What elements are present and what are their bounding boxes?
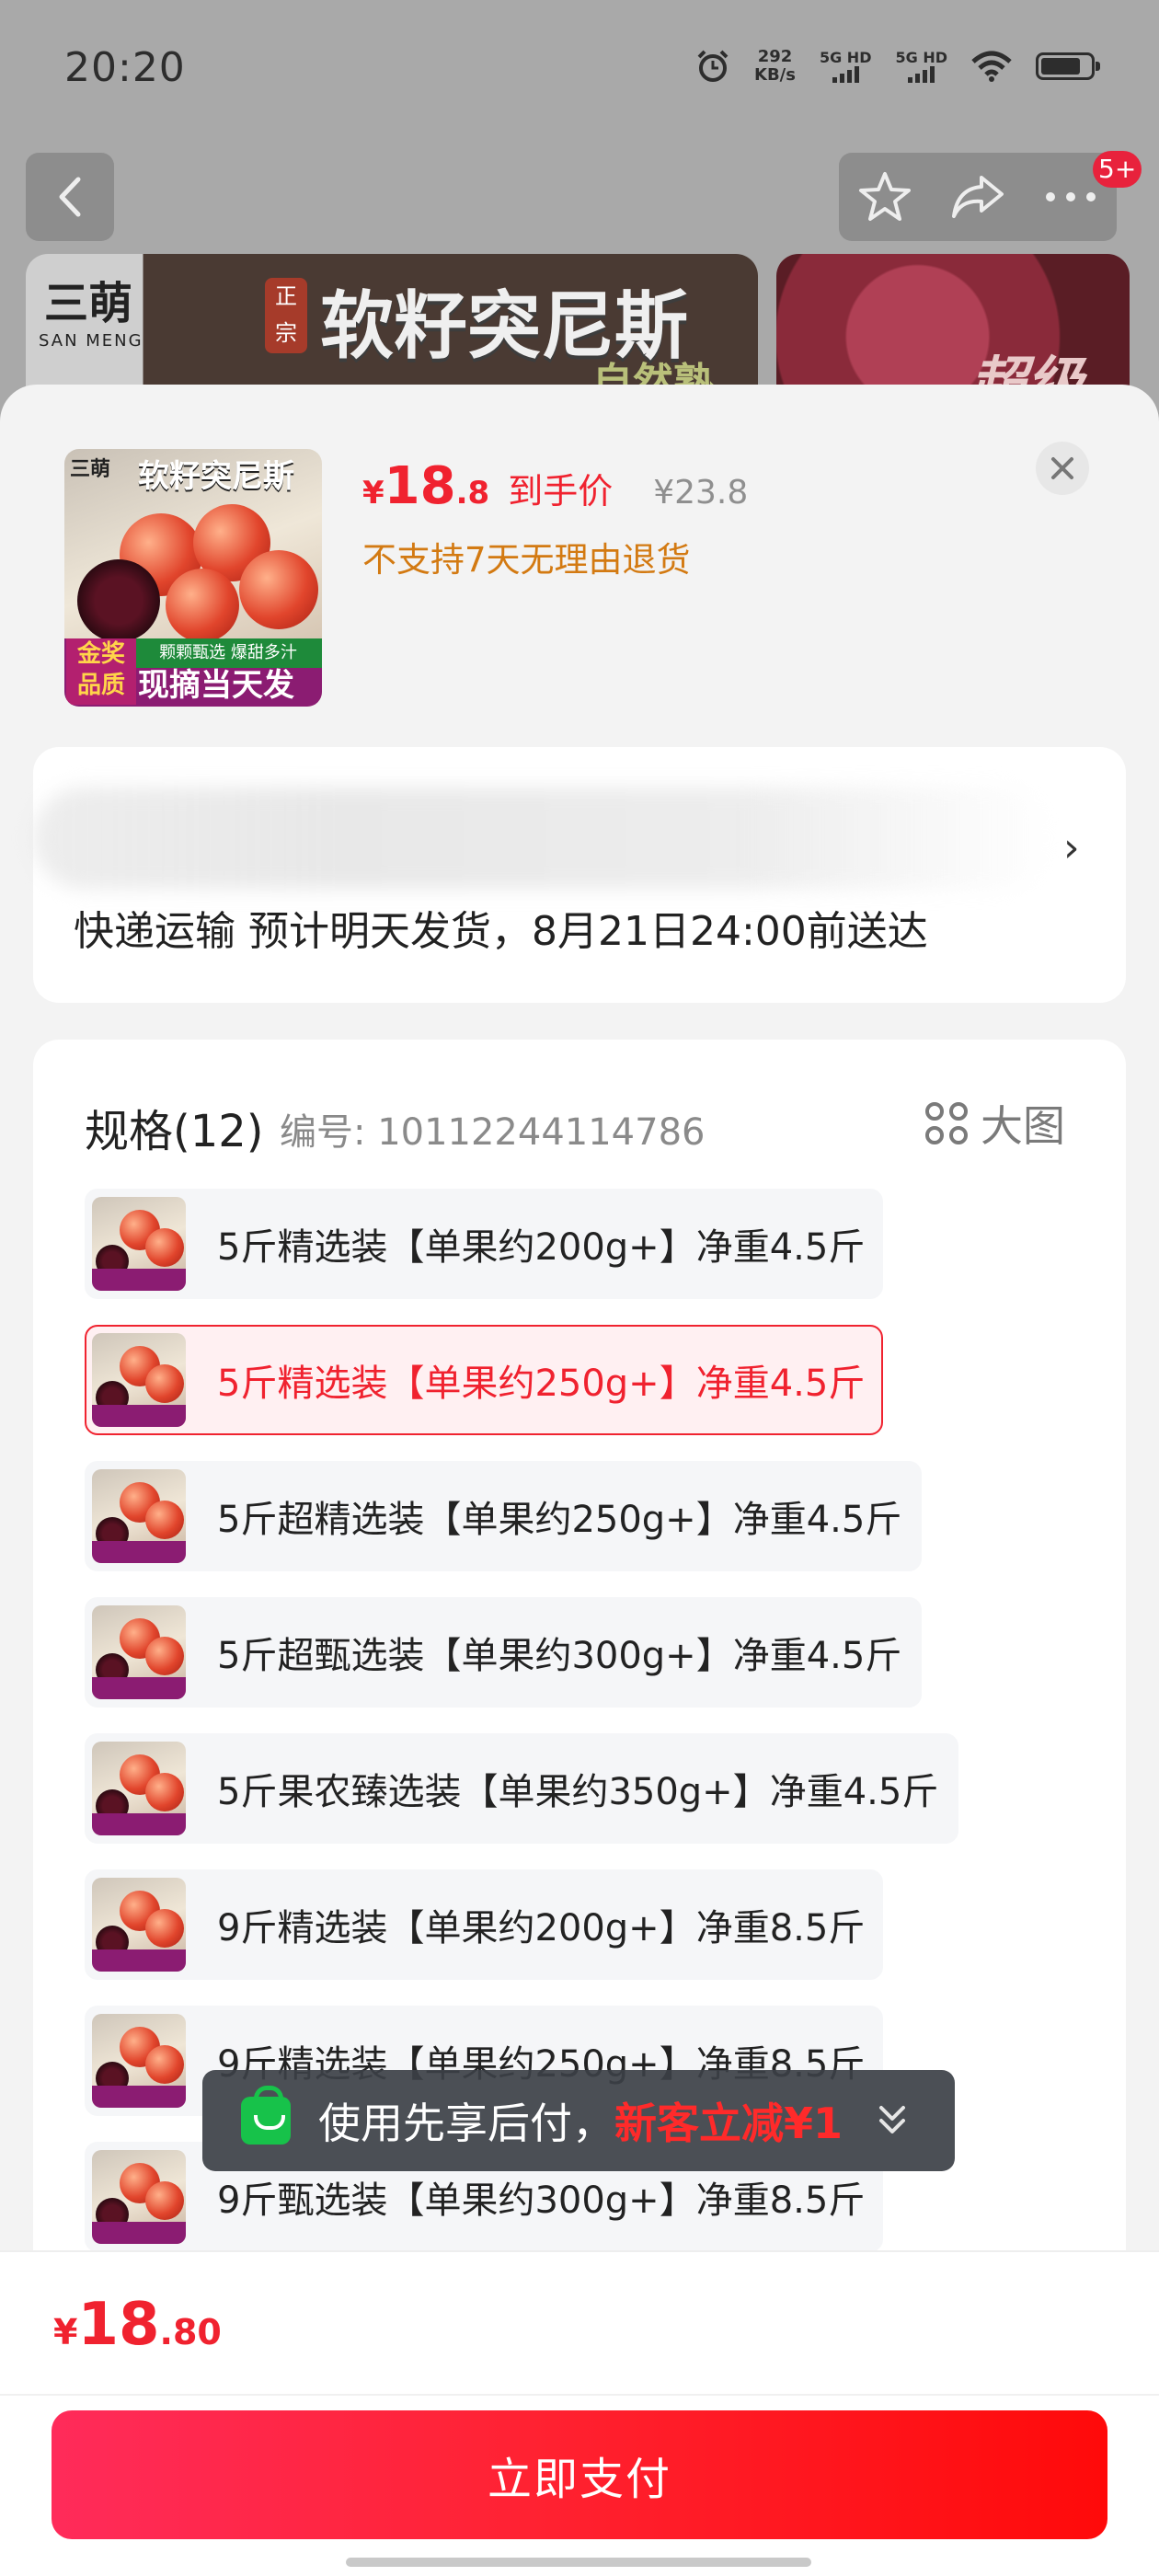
- chevron-left-icon: [59, 177, 81, 217]
- battery-icon: [1036, 52, 1100, 80]
- spec-option[interactable]: 5斤果农臻选装【单果约350g+】净重4.5斤: [85, 1733, 958, 1844]
- spec-option[interactable]: 5斤超精选装【单果约250g+】净重4.5斤: [85, 1461, 922, 1571]
- spec-option-label: 5斤精选装【单果约200g+】净重4.5斤: [217, 1226, 866, 1269]
- address-redacted: [33, 788, 1054, 889]
- thumbnail-gold-badge: 金奖品质: [66, 638, 136, 705]
- total-currency: ¥: [53, 2312, 78, 2352]
- big-image-label: 大图: [981, 1101, 1065, 1151]
- back-button[interactable]: [26, 153, 114, 241]
- status-bar: 20:20 292 KB/s 5G HD 5G HD: [0, 0, 1159, 138]
- price-decimal: .8: [455, 475, 490, 512]
- grid-icon: [925, 1102, 968, 1144]
- spec-option[interactable]: 5斤超甄选装【单果约300g+】净重4.5斤: [85, 1597, 922, 1708]
- price-currency: ¥: [362, 475, 384, 512]
- thumbnail-pick: 现摘当天发: [138, 667, 294, 704]
- sku-sheet: 三萌 软籽突尼斯 颗颗甄选 爆甜多汁 金奖品质 现摘当天发 ¥ 18 .8 到手…: [0, 385, 1159, 2576]
- seeds-image: [77, 559, 160, 642]
- total-price: ¥ 18 .80: [53, 2291, 222, 2359]
- signal-label: 5G HD: [819, 49, 872, 66]
- spec-thumbnail: [92, 1878, 186, 1972]
- fruit-image: [166, 569, 239, 642]
- star-icon[interactable]: [857, 170, 912, 224]
- address-card[interactable]: › 快递运输 预计明天发货，8月21日24:00前送达: [33, 747, 1126, 1003]
- toast-message: 使用先享后付，: [318, 2099, 614, 2148]
- status-time: 20:20: [64, 44, 186, 91]
- spec-option-label: 5斤超甄选装【单果约300g+】净重4.5斤: [217, 1635, 902, 1677]
- spec-option[interactable]: 5斤精选装【单果约200g+】净重4.5斤: [85, 1189, 883, 1299]
- price-label: 到手价: [508, 471, 614, 512]
- total-decimal: .80: [159, 2312, 222, 2352]
- original-price: ¥23.8: [653, 474, 749, 512]
- divider: [0, 2394, 1159, 2396]
- status-icons: 292 KB/s 5G HD 5G HD: [695, 48, 1100, 85]
- spec-option-label: 5斤超精选装【单果约250g+】净重4.5斤: [217, 1499, 902, 1541]
- notification-badge: 5+: [1093, 151, 1142, 188]
- pay-later-toast[interactable]: 使用先享后付， 新客立减¥1: [202, 2070, 955, 2171]
- more-icon[interactable]: [1043, 190, 1098, 203]
- spec-option-selected[interactable]: 5斤精选装【单果约250g+】净重4.5斤: [85, 1325, 883, 1435]
- shopping-bag-icon: [241, 2086, 291, 2145]
- network-speed-value: 292: [757, 47, 793, 66]
- spec-thumbnail: [92, 2150, 186, 2244]
- share-icon[interactable]: [950, 172, 1005, 222]
- alarm-icon: [697, 50, 729, 82]
- close-button[interactable]: [1036, 442, 1089, 495]
- fruit-image: [239, 550, 318, 629]
- spec-thumbnail: [92, 1469, 186, 1563]
- banner-brand-en: SAN MENG: [39, 331, 143, 351]
- spec-option-label: 5斤精选装【单果约250g+】净重4.5斤: [217, 1363, 866, 1405]
- thumbnail-title: 软籽突尼斯: [138, 458, 294, 495]
- product-thumbnail[interactable]: 三萌 软籽突尼斯 颗颗甄选 爆甜多汁 金奖品质 现摘当天发: [64, 449, 322, 707]
- spec-option-label: 5斤果农臻选装【单果约350g+】净重4.5斤: [217, 1771, 939, 1813]
- signal-5g-2: 5G HD: [895, 50, 947, 83]
- checkout-bar: ¥ 18 .80 立即支付: [0, 2250, 1159, 2576]
- big-image-toggle[interactable]: 大图: [925, 1093, 1065, 1154]
- specs-title: 规格(12): [85, 1106, 264, 1157]
- banner-brand: 三萌: [44, 278, 133, 329]
- background-page: 20:20 292 KB/s 5G HD 5G HD 5+ 三萌 SAN MEN…: [0, 0, 1159, 438]
- no-return-notice: 不支持7天无理由退货: [362, 540, 691, 580]
- product-code: 编号: 10112244114786: [280, 1111, 706, 1154]
- spec-thumbnail: [92, 1742, 186, 1835]
- spec-option-label: 9斤甄选装【单果约300g+】净重8.5斤: [217, 2179, 866, 2222]
- top-actions: [839, 153, 1117, 241]
- spec-thumbnail: [92, 2014, 186, 2108]
- toast-highlight: 新客立减¥1: [614, 2099, 843, 2148]
- spec-option[interactable]: 9斤精选装【单果约200g+】净重8.5斤: [85, 1869, 883, 1980]
- thumbnail-brand: 三萌: [70, 458, 111, 481]
- spec-thumbnail: [92, 1333, 186, 1427]
- spec-thumbnail: [92, 1605, 186, 1699]
- wifi-icon: [971, 51, 1012, 82]
- banner-tag: 正宗: [265, 278, 307, 353]
- signal-bars-icon: [832, 66, 859, 83]
- signal-label: 5G HD: [895, 49, 947, 66]
- home-indicator[interactable]: [346, 2558, 811, 2567]
- spec-thumbnail: [92, 1197, 186, 1291]
- pay-now-button[interactable]: 立即支付: [52, 2410, 1107, 2539]
- signal-5g-1: 5G HD: [819, 49, 872, 83]
- network-speed: 292 KB/s: [754, 48, 796, 85]
- address-chevron-icon: ›: [1063, 824, 1080, 871]
- spec-option-label: 9斤精选装【单果约200g+】净重8.5斤: [217, 1907, 866, 1949]
- delivery-estimate: 快递运输 预计明天发货，8月21日24:00前送达: [74, 908, 928, 955]
- signal-bars-icon: [908, 66, 935, 83]
- close-icon: [1051, 457, 1073, 479]
- double-chevron-down-icon: [879, 2106, 906, 2133]
- total-integer: 18: [77, 2291, 160, 2359]
- price-integer: 18: [384, 456, 456, 516]
- network-speed-unit: KB/s: [754, 65, 796, 85]
- price-block: ¥ 18 .8 到手价 ¥23.8: [362, 456, 748, 516]
